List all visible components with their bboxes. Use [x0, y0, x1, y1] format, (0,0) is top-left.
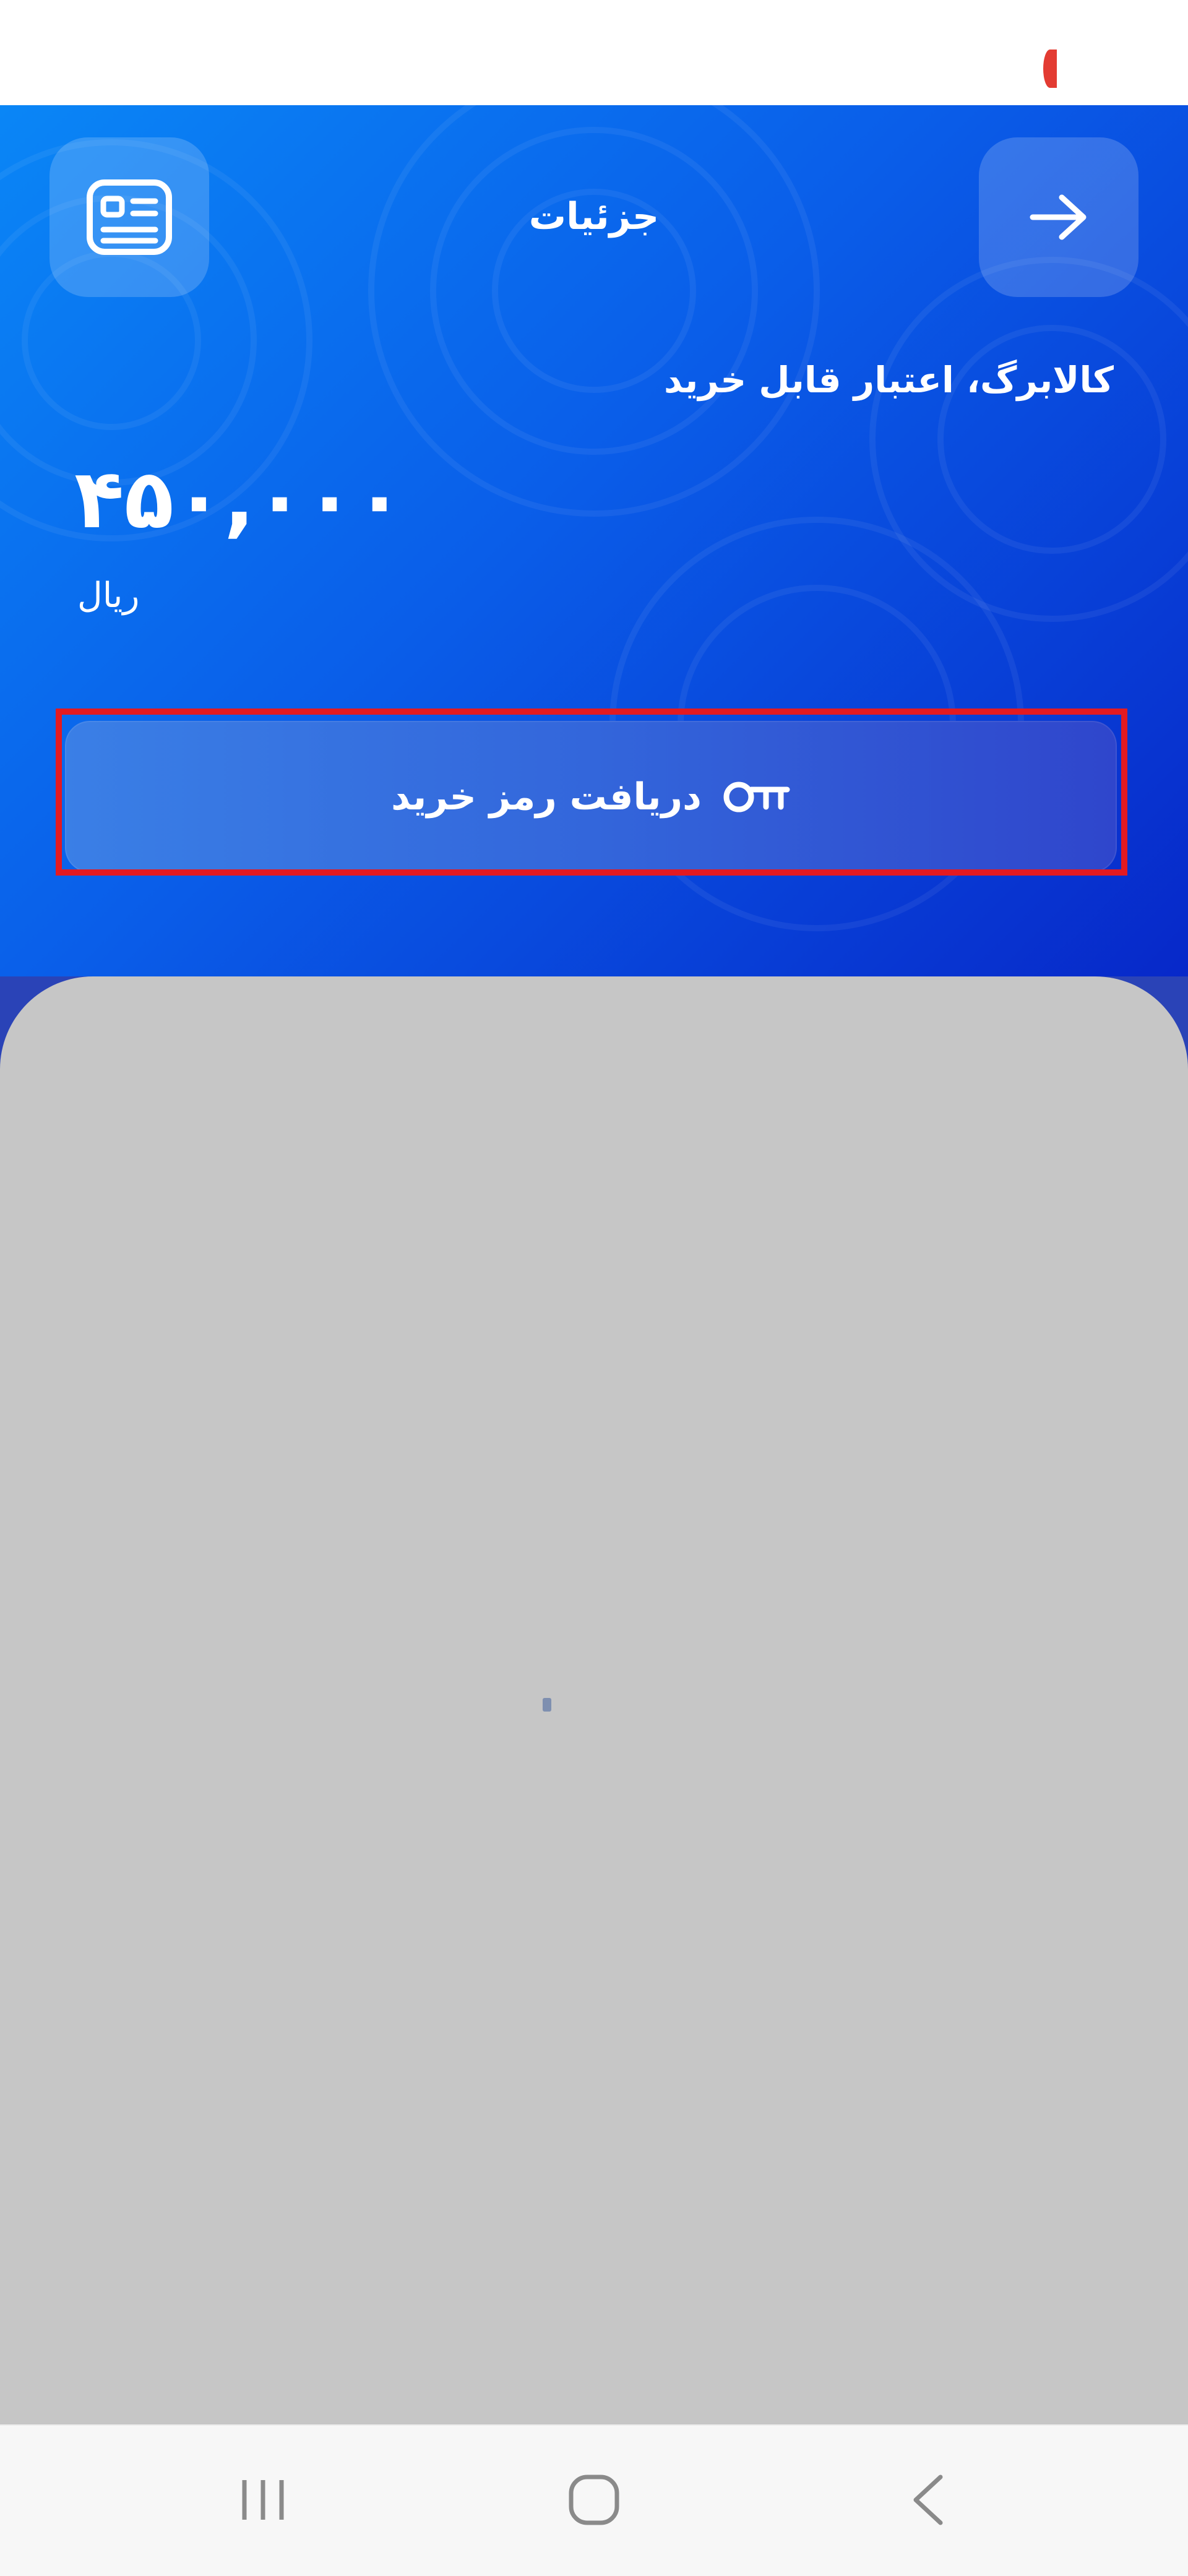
recents-button[interactable]	[220, 2463, 306, 2537]
recents-icon	[242, 2480, 284, 2520]
notification-dot	[1043, 50, 1057, 88]
highlight-frame	[56, 709, 1127, 876]
currency-label: ریال	[77, 575, 140, 616]
arrow-right-icon	[1030, 194, 1087, 240]
credit-subtitle: کالابرگ، اعتبار قابل خرید	[663, 359, 1114, 401]
nav-back-button[interactable]	[885, 2463, 971, 2537]
back-chevron-icon	[913, 2475, 943, 2525]
status-bar	[0, 0, 1188, 105]
home-icon	[569, 2475, 619, 2525]
home-button[interactable]	[551, 2463, 637, 2537]
back-button[interactable]	[979, 137, 1138, 297]
loading-indicator	[543, 1698, 551, 1712]
content-sheet	[0, 976, 1188, 2424]
system-navigation-bar	[0, 2424, 1188, 2576]
credit-amount: ۴۵۰,۰۰۰	[74, 452, 405, 547]
